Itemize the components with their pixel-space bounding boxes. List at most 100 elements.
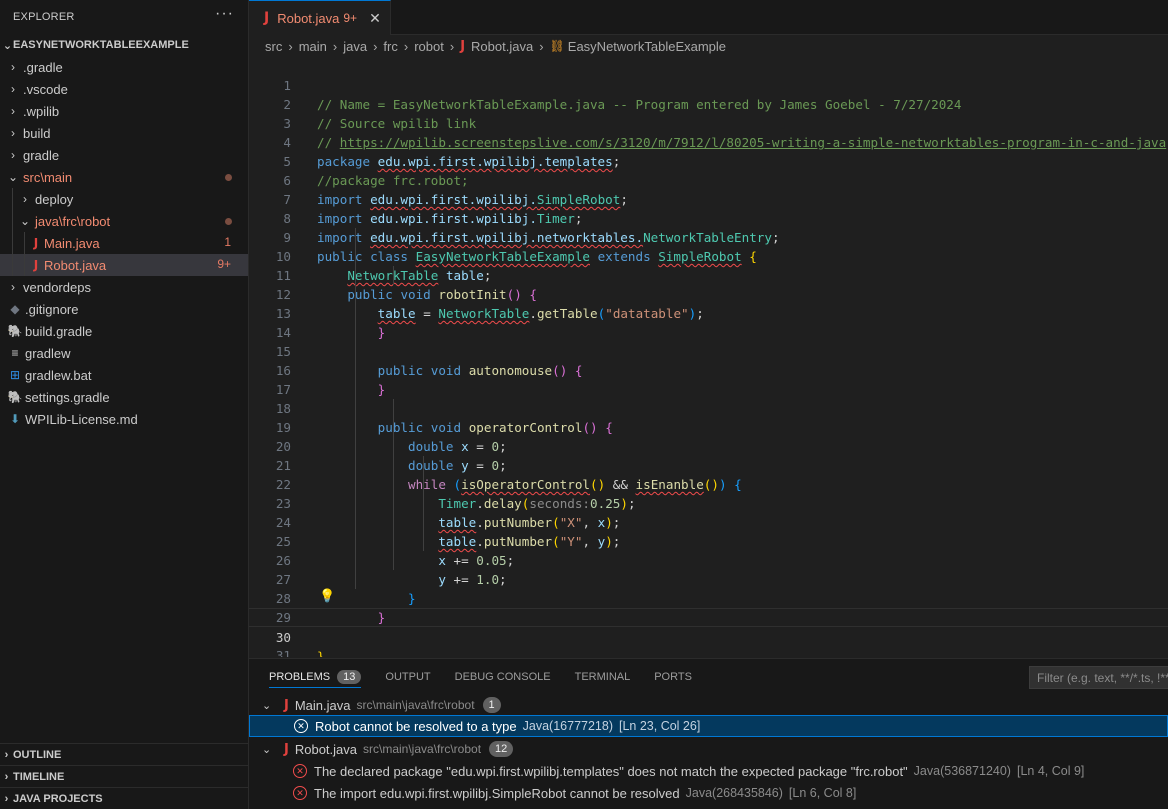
problem-location: [Ln 23, Col 26] xyxy=(619,719,701,733)
code-line: 28 } xyxy=(249,570,1168,625)
code-line: 21 while (isOperatorControl() && isEnanb… xyxy=(249,437,1168,492)
code-line: 11 public void robotInit() { xyxy=(249,247,1168,302)
chevron-down-icon: ⌄ xyxy=(262,743,272,756)
indent-guide xyxy=(393,266,394,285)
tab-debug-console[interactable]: DEBUG CONSOLE xyxy=(455,659,551,694)
tab-terminal[interactable]: TERMINAL xyxy=(575,659,631,694)
section-timeline[interactable]: › TIMELINE xyxy=(0,765,248,787)
chevron-right-icon: › xyxy=(11,104,15,118)
code-line: 13 } xyxy=(249,285,1168,340)
java-file-icon: J xyxy=(460,38,466,54)
tree-item-label: .gitignore xyxy=(25,301,79,317)
editor-tab-bar: J Robot.java 9+ ✕ xyxy=(249,0,1168,35)
tree-item-vscode-folder[interactable]: › .vscode xyxy=(0,78,248,100)
tree-item-license-md[interactable]: ⬇ WPILib-License.md xyxy=(0,408,248,430)
problem-row[interactable]: ✕ Robot cannot be resolved to a type Jav… xyxy=(249,715,1168,737)
tab-robot-java[interactable]: J Robot.java 9+ ✕ xyxy=(249,0,391,35)
java-file-icon: J xyxy=(284,741,289,757)
tree-item-deploy[interactable]: › deploy xyxy=(0,188,248,210)
project-name: EASYNETWORKTABLEEXAMPLE xyxy=(13,39,189,51)
chevron-right-icon: › xyxy=(11,126,15,140)
tree-item-gradle-dir[interactable]: › gradle xyxy=(0,144,248,166)
code-line: 25 x += 0.05; xyxy=(249,513,1168,568)
tree-item-main-java[interactable]: J Main.java 1 xyxy=(0,232,248,254)
java-file-icon: J xyxy=(284,697,289,713)
more-actions-icon[interactable]: ··· xyxy=(215,5,234,23)
problem-group-main-java[interactable]: ⌄ J Main.java src\main\java\frc\robot 1 xyxy=(249,694,1168,716)
tab-problems[interactable]: PROBLEMS 13 xyxy=(269,659,362,694)
tab-problem-count: 9+ xyxy=(343,11,358,25)
code-line: 31 xyxy=(249,627,1168,657)
problem-source: Java(16777218) xyxy=(522,719,613,733)
code-line: 2 // Source wpilib link xyxy=(249,76,1168,131)
tree-item-label: Main.java xyxy=(44,235,100,251)
tree-item-label: .wpilib xyxy=(23,103,60,119)
tree-item-label: build xyxy=(23,125,51,141)
problem-group-robot-java[interactable]: ⌄ J Robot.java src\main\java\frc\robot 1… xyxy=(249,738,1168,760)
gradle-elephant-icon: 🐘 xyxy=(7,324,23,338)
tree-item-src-main[interactable]: ⌄ src\main xyxy=(0,166,248,188)
code-line: 23 table.putNumber("X", x); xyxy=(249,475,1168,530)
error-icon: ✕ xyxy=(293,764,307,778)
problem-file-path: src\main\java\frc\robot xyxy=(356,698,475,712)
section-label: OUTLINE xyxy=(13,748,62,761)
breadcrumb-item[interactable]: frc xyxy=(383,39,397,54)
breadcrumb-item[interactable]: main xyxy=(299,39,327,54)
problem-file-name: Main.java xyxy=(294,697,351,713)
chevron-right-icon: › xyxy=(23,192,27,206)
lightbulb-icon[interactable]: 💡 xyxy=(319,588,335,604)
tab-output[interactable]: OUTPUT xyxy=(385,659,430,694)
tab-label: PROBLEMS xyxy=(269,670,331,683)
indent-guide xyxy=(355,228,356,589)
chevron-down-icon: ⌄ xyxy=(19,214,31,228)
problem-source: Java(268435846) xyxy=(685,786,783,800)
tree-item-label: gradlew xyxy=(25,345,71,361)
tree-item-gradlew-bat[interactable]: ⊞ gradlew.bat xyxy=(0,364,248,386)
section-outline[interactable]: › OUTLINE xyxy=(0,743,248,765)
java-file-icon: J xyxy=(33,236,39,250)
tree-item-build-gradle[interactable]: 🐘 build.gradle xyxy=(0,320,248,342)
code-line: 27 } xyxy=(249,551,1168,606)
tree-item-vendordeps[interactable]: › vendordeps xyxy=(0,276,248,298)
breadcrumb-item[interactable]: EasyNetworkTableExample xyxy=(568,39,726,54)
code-line: 29 xyxy=(249,589,1168,625)
error-dot-icon xyxy=(225,174,232,181)
problems-filter-input[interactable]: Filter (e.g. text, **/*.ts, !** xyxy=(1029,666,1168,689)
tree-item-robot-java[interactable]: J Robot.java 9+ xyxy=(0,254,248,276)
project-root[interactable]: ⌄ EASYNETWORKTABLEEXAMPLE xyxy=(0,34,248,56)
indent-guide xyxy=(393,399,394,570)
problem-message: Robot cannot be resolved to a type xyxy=(315,718,517,734)
breadcrumb-item[interactable]: Robot.java xyxy=(471,39,533,54)
java-file-icon: J xyxy=(264,10,270,26)
code-line: 8 import edu.wpi.first.wpilibj.networkta… xyxy=(249,190,1168,245)
chevron-right-icon: › xyxy=(449,38,455,54)
tab-label: TERMINAL xyxy=(574,670,631,683)
text-file-icon: ≡ xyxy=(11,346,19,360)
tree-item-build-folder[interactable]: › build xyxy=(0,122,248,144)
code-editor[interactable]: 1 // Name = EasyNetworkTableExample.java… xyxy=(249,57,1168,657)
tree-item-gradlew[interactable]: ≡ gradlew xyxy=(0,342,248,364)
breadcrumb-item[interactable]: java xyxy=(343,39,367,54)
breadcrumb-item[interactable]: src xyxy=(265,39,282,54)
tree-item-settings-gradle[interactable]: 🐘 settings.gradle xyxy=(0,386,248,408)
problem-count-badge: 12 xyxy=(489,741,514,757)
chevron-right-icon: › xyxy=(4,770,9,783)
close-icon[interactable]: ✕ xyxy=(369,10,381,27)
problems-count-badge: 13 xyxy=(337,669,362,684)
tree-item-gitignore[interactable]: ◆ .gitignore xyxy=(0,298,248,320)
tree-item-wpilib-folder[interactable]: › .wpilib xyxy=(0,100,248,122)
tree-item-label: gradlew.bat xyxy=(25,367,92,383)
tree-item-java-frc-robot[interactable]: ⌄ java\frc\robot xyxy=(0,210,248,232)
section-java-projects[interactable]: › JAVA PROJECTS xyxy=(0,787,248,809)
breadcrumb-item[interactable]: robot xyxy=(414,39,444,54)
tab-label: DEBUG CONSOLE xyxy=(454,670,551,683)
problem-row[interactable]: ✕ The import edu.wpi.first.wpilibj.Simpl… xyxy=(249,782,1168,804)
code-line: 22 Timer.delay(seconds:0.25); xyxy=(249,456,1168,511)
problem-file-path: src\main\java\frc\robot xyxy=(363,742,482,756)
tab-ports[interactable]: PORTS xyxy=(654,659,692,694)
tree-item-gradle-folder[interactable]: › .gradle xyxy=(0,56,248,78)
code-line: 24 table.putNumber("Y", y); xyxy=(249,494,1168,549)
problem-row[interactable]: ✕ The declared package "edu.wpi.first.wp… xyxy=(249,760,1168,782)
code-line: 26 y += 1.0; xyxy=(249,532,1168,587)
tree-item-label: WPILib-License.md xyxy=(25,411,138,427)
